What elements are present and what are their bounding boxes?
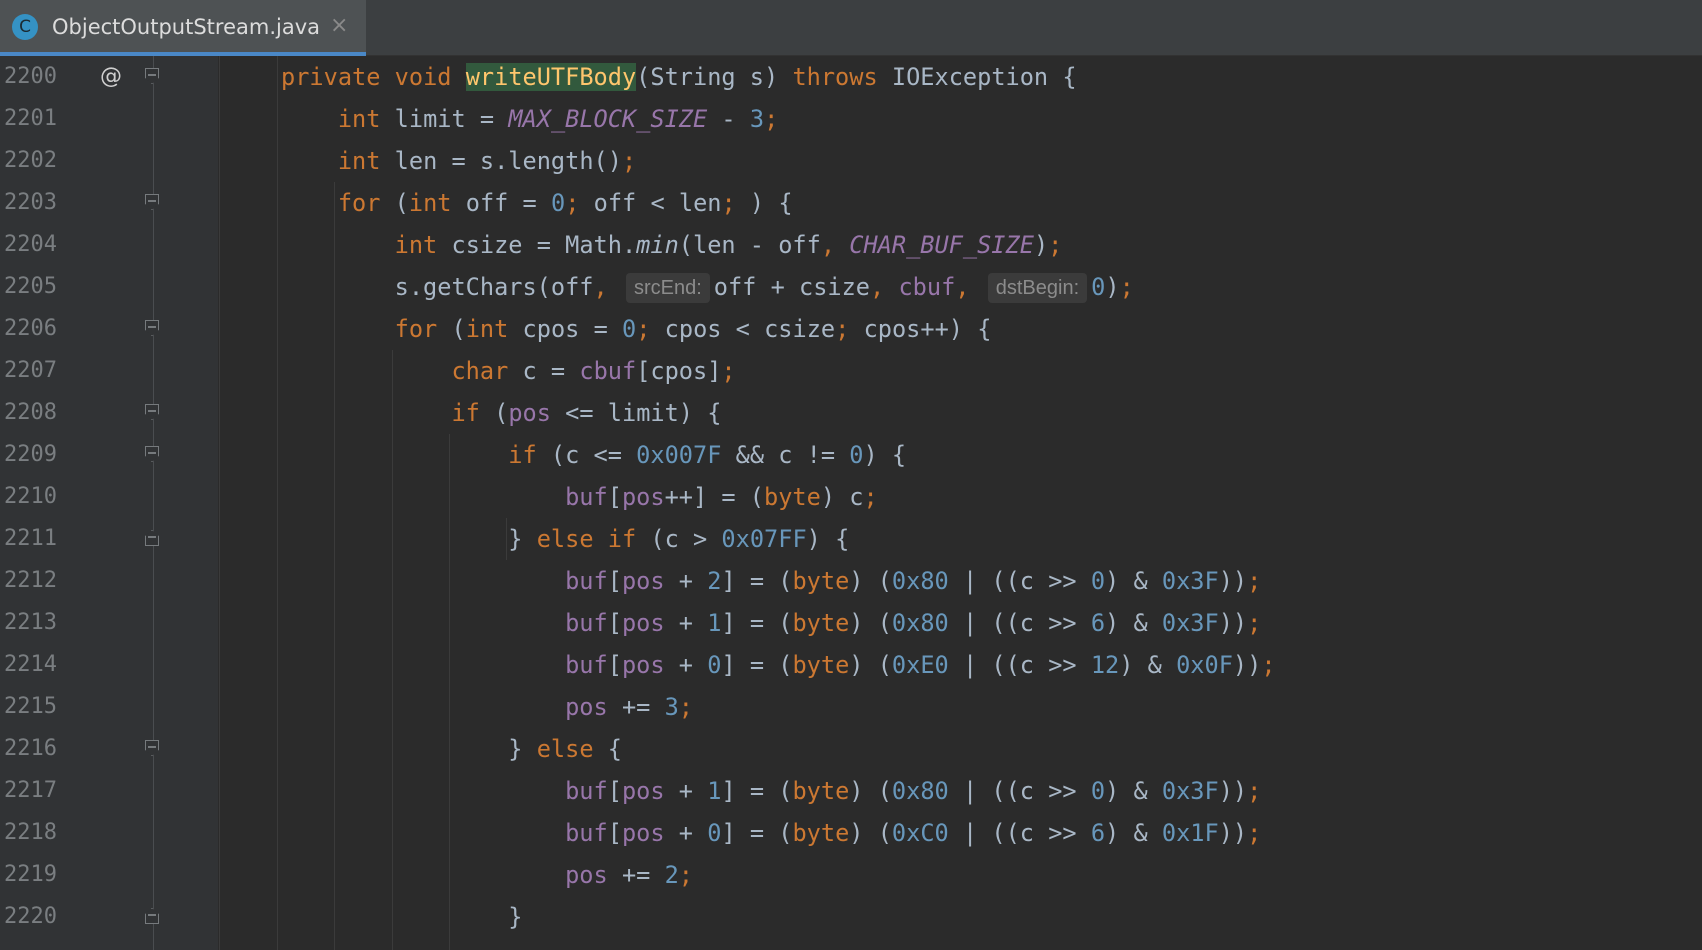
- code-text: int len = s.length();: [337, 147, 637, 175]
- code-line: 2220 }: [0, 896, 1702, 938]
- code-text: if (pos <= limit) {: [451, 399, 722, 427]
- line-number: 2218: [4, 820, 57, 845]
- line-number: 2210: [4, 484, 57, 509]
- line-number: 2201: [4, 106, 57, 131]
- code-line: 2218 buf[pos + 0] = (byte) (0xC0 | ((c >…: [0, 812, 1702, 854]
- code-line: 2208 if (pos <= limit) {: [0, 392, 1702, 434]
- line-number: 2205: [4, 274, 57, 299]
- code-text: pos += 3;: [565, 693, 694, 721]
- code-text: buf[pos + 1] = (byte) (0x80 | ((c >> 6) …: [565, 609, 1262, 637]
- editor-tab-bar: C ObjectOutputStream.java ×: [0, 0, 1702, 56]
- override-marker-icon[interactable]: @: [100, 56, 122, 98]
- code-line: 2214 buf[pos + 0] = (byte) (0xE0 | ((c >…: [0, 644, 1702, 686]
- code-text: for (int cpos = 0; cpos < csize; cpos++)…: [394, 315, 992, 343]
- fold-collapse-icon[interactable]: [145, 320, 159, 336]
- code-line: 2205 s.getChars(off, srcEnd: off + csize,…: [0, 266, 1702, 308]
- line-number: 2213: [4, 610, 57, 635]
- line-number: 2215: [4, 694, 57, 719]
- code-text: s.getChars(off, srcEnd: off + csize, cbuf…: [394, 273, 1134, 303]
- code-line: 2219 pos += 2;: [0, 854, 1702, 896]
- code-line: 2202 int len = s.length();: [0, 140, 1702, 182]
- code-line: 2206 for (int cpos = 0; cpos < csize; cp…: [0, 308, 1702, 350]
- fold-collapse-icon[interactable]: [145, 404, 159, 420]
- line-number: 2211: [4, 526, 57, 551]
- code-text: int limit = MAX_BLOCK_SIZE - 3;: [337, 105, 779, 133]
- code-text: buf[pos + 1] = (byte) (0x80 | ((c >> 0) …: [565, 777, 1262, 805]
- line-number: 2216: [4, 736, 57, 761]
- tab-title: ObjectOutputStream.java: [52, 15, 320, 39]
- code-line: 2211 } else if (c > 0x07FF) {: [0, 518, 1702, 560]
- code-line: 2207 char c = cbuf[cpos];: [0, 350, 1702, 392]
- tab-objectoutputstream-java[interactable]: C ObjectOutputStream.java ×: [0, 0, 366, 56]
- code-text: buf[pos + 2] = (byte) (0x80 | ((c >> 0) …: [565, 567, 1262, 595]
- line-number: 2204: [4, 232, 57, 257]
- code-text: int csize = Math.min(len - off, CHAR_BUF…: [394, 231, 1063, 259]
- fold-end-icon[interactable]: [145, 530, 159, 546]
- code-line: 2212 buf[pos + 2] = (byte) (0x80 | ((c >…: [0, 560, 1702, 602]
- code-line: 2217 buf[pos + 1] = (byte) (0x80 | ((c >…: [0, 770, 1702, 812]
- fold-collapse-icon[interactable]: [145, 194, 159, 210]
- code-line: 2201 int limit = MAX_BLOCK_SIZE - 3;: [0, 98, 1702, 140]
- line-number: 2200: [4, 64, 57, 89]
- code-text: buf[pos++] = (byte) c;: [565, 483, 878, 511]
- code-line: 2203 for (int off = 0; off < len; ) {: [0, 182, 1702, 224]
- code-line: 2209 if (c <= 0x007F && c != 0) {: [0, 434, 1702, 476]
- code-line: 2200 @ private void writeUTFBody(String …: [0, 56, 1702, 98]
- code-text: if (c <= 0x007F && c != 0) {: [508, 441, 907, 469]
- line-number: 2206: [4, 316, 57, 341]
- line-number: 2219: [4, 862, 57, 887]
- line-number: 2217: [4, 778, 57, 803]
- code-text: char c = cbuf[cpos];: [451, 357, 736, 385]
- line-number: 2220: [4, 904, 57, 929]
- parameter-hint: srcEnd:: [625, 273, 710, 303]
- code-line: 2216 } else {: [0, 728, 1702, 770]
- code-text: }: [508, 903, 523, 931]
- code-line: 2213 buf[pos + 1] = (byte) (0x80 | ((c >…: [0, 602, 1702, 644]
- fold-collapse-icon[interactable]: [145, 68, 159, 84]
- code-text: private void writeUTFBody(String s) thro…: [281, 63, 1077, 91]
- line-number: 2214: [4, 652, 57, 677]
- code-line: 2210 buf[pos++] = (byte) c;: [0, 476, 1702, 518]
- line-number: 2208: [4, 400, 57, 425]
- code-text: pos += 2;: [565, 861, 694, 889]
- code-line: 2215 pos += 3;: [0, 686, 1702, 728]
- line-number: 2203: [4, 190, 57, 215]
- line-number: 2202: [4, 148, 57, 173]
- line-number: 2209: [4, 442, 57, 467]
- fold-collapse-icon[interactable]: [145, 740, 159, 756]
- fold-end-icon[interactable]: [145, 908, 159, 924]
- code-text: } else if (c > 0x07FF) {: [508, 525, 850, 553]
- code-editor[interactable]: 2200 @ private void writeUTFBody(String …: [0, 56, 1702, 950]
- code-text: for (int off = 0; off < len; ) {: [337, 189, 793, 217]
- code-text: } else {: [508, 735, 622, 763]
- parameter-hint: dstBegin:: [987, 273, 1088, 303]
- code-text: buf[pos + 0] = (byte) (0xC0 | ((c >> 6) …: [565, 819, 1262, 847]
- java-class-icon: C: [12, 14, 38, 40]
- code-line: 2204 int csize = Math.min(len - off, CHA…: [0, 224, 1702, 266]
- line-number: 2212: [4, 568, 57, 593]
- fold-collapse-icon[interactable]: [145, 446, 159, 462]
- code-text: buf[pos + 0] = (byte) (0xE0 | ((c >> 12)…: [565, 651, 1276, 679]
- close-icon[interactable]: ×: [330, 13, 348, 39]
- line-number: 2207: [4, 358, 57, 383]
